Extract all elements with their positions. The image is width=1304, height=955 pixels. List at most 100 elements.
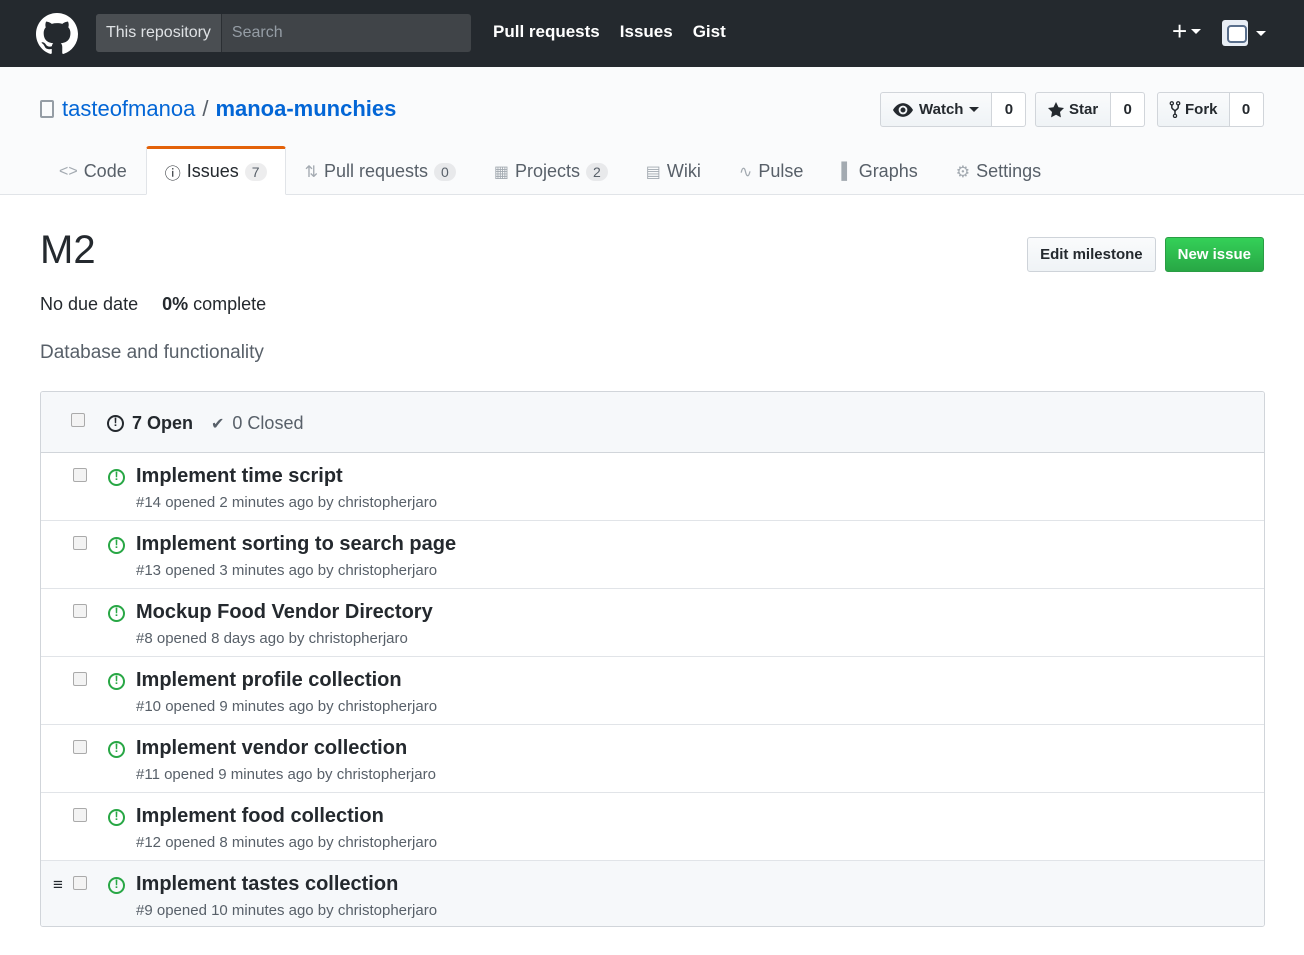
watch-button[interactable]: Watch — [880, 92, 993, 127]
repo-nav-tabs: <> Code ⓘ Issues 7 ⇅ Pull requests 0 ▦ P… — [40, 146, 1060, 195]
fork-count[interactable]: 0 — [1229, 92, 1264, 127]
issue-title-link[interactable]: Implement time script — [136, 465, 343, 488]
search-input[interactable]: Search — [222, 24, 283, 42]
search-scope-label: This repository — [96, 14, 222, 52]
user-menu-dropdown[interactable] — [1222, 20, 1266, 46]
issue-opened-icon — [108, 537, 125, 554]
pull-request-icon: ⇅ — [304, 163, 318, 181]
milestone-description: Database and functionality — [40, 342, 264, 363]
header-nav: Pull requests Issues Gist — [493, 22, 726, 42]
global-header: This repository Search Pull requests Iss… — [0, 0, 1304, 67]
caret-down-icon — [969, 107, 980, 112]
watch-count[interactable]: 0 — [992, 92, 1027, 127]
star-count[interactable]: 0 — [1111, 92, 1146, 127]
watch-group: Watch 0 — [880, 92, 1027, 127]
drag-handle-icon[interactable]: ≡ — [53, 875, 63, 895]
caret-down-icon — [1191, 28, 1202, 34]
tab-pulse[interactable]: ∿ Pulse — [720, 146, 822, 195]
code-icon: <> — [59, 162, 78, 180]
path-separator: / — [202, 96, 209, 121]
issue-title-link[interactable]: Implement tastes collection — [136, 873, 398, 896]
tab-label: Pull requests — [323, 161, 429, 181]
create-new-dropdown[interactable]: + — [1172, 16, 1202, 46]
tab-wiki[interactable]: ▤ Wiki — [627, 146, 720, 195]
closed-count-label: 0 Closed — [232, 413, 304, 433]
milestone-percent: 0% — [162, 294, 189, 314]
tab-label: Settings — [976, 161, 1042, 181]
issue-meta: #13 opened 3 minutes ago by christopherj… — [136, 562, 438, 579]
issue-row: Implement food collection #12 opened 8 m… — [41, 793, 1264, 861]
issue-checkbox[interactable] — [73, 536, 87, 550]
search-box[interactable]: This repository Search — [96, 14, 471, 52]
pull-requests-counter: 0 — [434, 162, 456, 181]
select-all-checkbox[interactable] — [71, 413, 85, 427]
issue-row: Implement time script #14 opened 2 minut… — [41, 453, 1264, 521]
tab-label: Graphs — [858, 161, 918, 181]
issue-title-link[interactable]: Mockup Food Vendor Directory — [136, 601, 433, 624]
star-button[interactable]: Star — [1035, 92, 1112, 127]
issue-checkbox[interactable] — [73, 740, 87, 754]
issue-checkbox[interactable] — [73, 876, 87, 890]
issue-meta: #14 opened 2 minutes ago by christopherj… — [136, 494, 438, 511]
issue-title-link[interactable]: Implement sorting to search page — [136, 533, 456, 556]
issue-checkbox[interactable] — [73, 672, 87, 686]
issue-row: ≡ Implement tastes collection #9 opened … — [41, 861, 1264, 926]
issue-meta: #12 opened 8 minutes ago by christopherj… — [136, 834, 438, 851]
project-icon: ▦ — [493, 163, 509, 181]
new-issue-button[interactable]: New issue — [1164, 237, 1264, 272]
repo-name-link[interactable]: manoa-munchies — [215, 96, 396, 122]
issue-title-link[interactable]: Implement food collection — [136, 805, 384, 828]
projects-counter: 2 — [585, 162, 608, 181]
issue-meta: #9 opened 10 minutes ago by christopherj… — [136, 902, 438, 919]
watch-label: Watch — [919, 101, 964, 118]
issues-table-header: 7 Open ✔ 0 Closed — [41, 392, 1264, 453]
issue-title-link[interactable]: Implement profile collection — [136, 669, 402, 692]
milestone-title: M2 — [40, 228, 96, 272]
issue-state-filters: 7 Open ✔ 0 Closed — [107, 413, 303, 434]
issue-opened-icon — [108, 809, 125, 826]
issue-title-link[interactable]: Implement vendor collection — [136, 737, 407, 760]
issue-checkbox[interactable] — [73, 808, 87, 822]
repo-header: tasteofmanoa / manoa-munchies Watch 0 St… — [0, 67, 1304, 195]
issue-meta: #8 opened 8 days ago by christopherjaro — [136, 630, 408, 647]
open-issues-filter[interactable]: 7 Open — [107, 413, 193, 434]
plus-icon: + — [1172, 16, 1188, 46]
pulse-icon: ∿ — [738, 163, 753, 181]
tab-label: Wiki — [666, 161, 701, 181]
repo-title: tasteofmanoa / manoa-munchies — [40, 96, 396, 122]
github-logo-icon[interactable] — [36, 13, 78, 55]
tab-pull-requests[interactable]: ⇅ Pull requests 0 — [286, 146, 475, 195]
tab-code[interactable]: <> Code — [40, 146, 146, 195]
issue-opened-icon — [108, 877, 125, 894]
avatar — [1222, 20, 1248, 46]
tab-graphs[interactable]: ▌ Graphs — [822, 146, 936, 195]
tab-projects[interactable]: ▦ Projects 2 — [475, 146, 627, 195]
repo-owner-link[interactable]: tasteofmanoa — [62, 96, 195, 122]
graph-icon: ▌ — [841, 162, 853, 180]
nav-gist[interactable]: Gist — [693, 22, 726, 42]
star-icon — [1048, 101, 1064, 117]
issue-checkbox[interactable] — [73, 604, 87, 618]
tab-issues[interactable]: ⓘ Issues 7 — [145, 146, 286, 195]
book-icon: ▤ — [645, 163, 661, 181]
tab-settings[interactable]: ⚙ Settings — [937, 146, 1060, 195]
edit-milestone-button[interactable]: Edit milestone — [1027, 237, 1156, 272]
eye-icon — [893, 102, 913, 117]
tab-label: Issues — [186, 161, 239, 181]
issues-table: 7 Open ✔ 0 Closed Implement time script … — [40, 391, 1265, 927]
check-icon: ✔ — [211, 415, 225, 433]
star-group: Star 0 — [1035, 92, 1146, 127]
fork-button[interactable]: Fork — [1157, 92, 1230, 127]
issue-opened-icon — [108, 741, 125, 758]
nav-issues[interactable]: Issues — [620, 22, 673, 42]
issue-row: Implement sorting to search page #13 ope… — [41, 521, 1264, 589]
issue-row: Implement vendor collection #11 opened 9… — [41, 725, 1264, 793]
tab-label: Pulse — [758, 161, 804, 181]
issue-checkbox[interactable] — [73, 468, 87, 482]
issue-meta: #11 opened 9 minutes ago by christopherj… — [136, 766, 436, 783]
nav-pull-requests[interactable]: Pull requests — [493, 22, 600, 42]
milestone-meta: No due date 0% complete — [40, 294, 266, 315]
closed-issues-filter[interactable]: ✔ 0 Closed — [211, 413, 303, 434]
gear-icon: ⚙ — [955, 163, 971, 181]
repo-icon — [40, 100, 54, 118]
